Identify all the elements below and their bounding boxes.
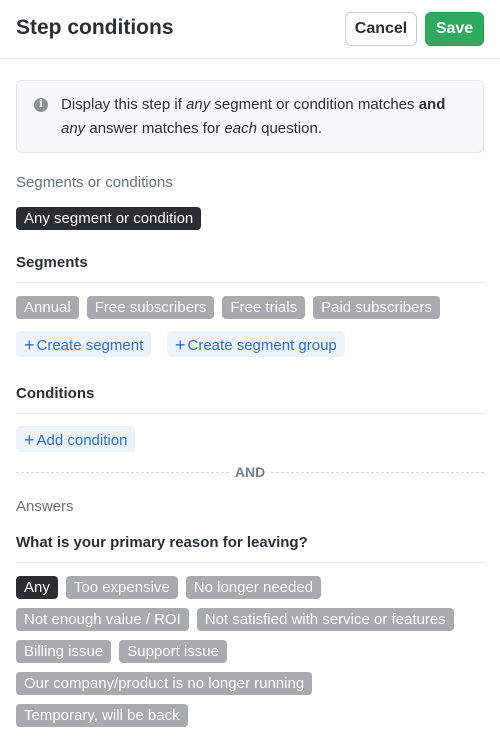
answer-pill-support-issue[interactable]: Support issue xyxy=(119,640,227,663)
segment-pill-free-trials[interactable]: Free trials xyxy=(222,296,306,319)
create-segment-group-button[interactable]: + Create segment group xyxy=(167,331,345,357)
and-divider-right xyxy=(271,472,484,473)
answer-pill-billing-issue[interactable]: Billing issue xyxy=(16,640,112,663)
conditions-heading: Conditions xyxy=(16,385,95,402)
page-title: Step conditions xyxy=(16,16,174,39)
answer-pill-any[interactable]: Any xyxy=(16,576,58,599)
answers-label: Answers xyxy=(16,498,74,515)
info-icon: i xyxy=(34,98,48,112)
plus-icon: + xyxy=(24,430,35,450)
answers-row-3: Billing issue Support issue xyxy=(16,640,486,663)
header: Step conditions Cancel Save xyxy=(0,0,500,59)
segment-pill-paid-subscribers[interactable]: Paid subscribers xyxy=(313,296,440,319)
add-condition-button[interactable]: + Add condition xyxy=(16,426,136,452)
answers-row-5: Temporary, will be back xyxy=(16,704,486,727)
info-text: Display this step if any segment or cond… xyxy=(61,96,446,137)
segments-divider xyxy=(16,282,484,283)
info-banner: i Display this step if any segment or co… xyxy=(16,80,484,153)
answer-pill-company-no-longer-running[interactable]: Our company/product is no longer running xyxy=(16,672,313,695)
segments-list: Annual Free subscribers Free trials Paid… xyxy=(16,296,486,319)
answers-row-4: Our company/product is no longer running xyxy=(16,672,486,695)
segments-or-conditions-label: Segments or conditions xyxy=(16,174,173,191)
segments-or-conditions-row: Any segment or condition xyxy=(16,207,486,230)
segments-heading: Segments xyxy=(16,254,88,271)
plus-icon: + xyxy=(175,335,186,355)
answers-row-1: Any Too expensive No longer needed xyxy=(16,576,486,599)
answer-pill-temporary[interactable]: Temporary, will be back xyxy=(16,704,188,727)
and-divider-left xyxy=(16,472,229,473)
answer-pill-not-enough-value[interactable]: Not enough value / ROI xyxy=(16,608,189,631)
and-divider-label: AND xyxy=(234,464,266,480)
answers-row-2: Not enough value / ROI Not satisfied wit… xyxy=(16,608,486,631)
create-segment-button[interactable]: + Create segment xyxy=(16,331,152,357)
save-button[interactable]: Save xyxy=(425,12,484,46)
answer-pill-not-satisfied[interactable]: Not satisfied with service or features xyxy=(196,608,454,631)
cancel-button[interactable]: Cancel xyxy=(345,12,417,46)
answer-pill-no-longer-needed[interactable]: No longer needed xyxy=(185,576,322,599)
conditions-divider xyxy=(16,413,484,414)
question-divider xyxy=(16,562,484,563)
segment-pill-annual[interactable]: Annual xyxy=(16,296,79,319)
answer-pill-too-expensive[interactable]: Too expensive xyxy=(65,576,178,599)
any-segment-or-condition-pill[interactable]: Any segment or condition xyxy=(16,207,202,230)
question-heading: What is your primary reason for leaving? xyxy=(16,534,308,551)
segment-pill-free-subscribers[interactable]: Free subscribers xyxy=(86,296,215,319)
plus-icon: + xyxy=(24,335,35,355)
